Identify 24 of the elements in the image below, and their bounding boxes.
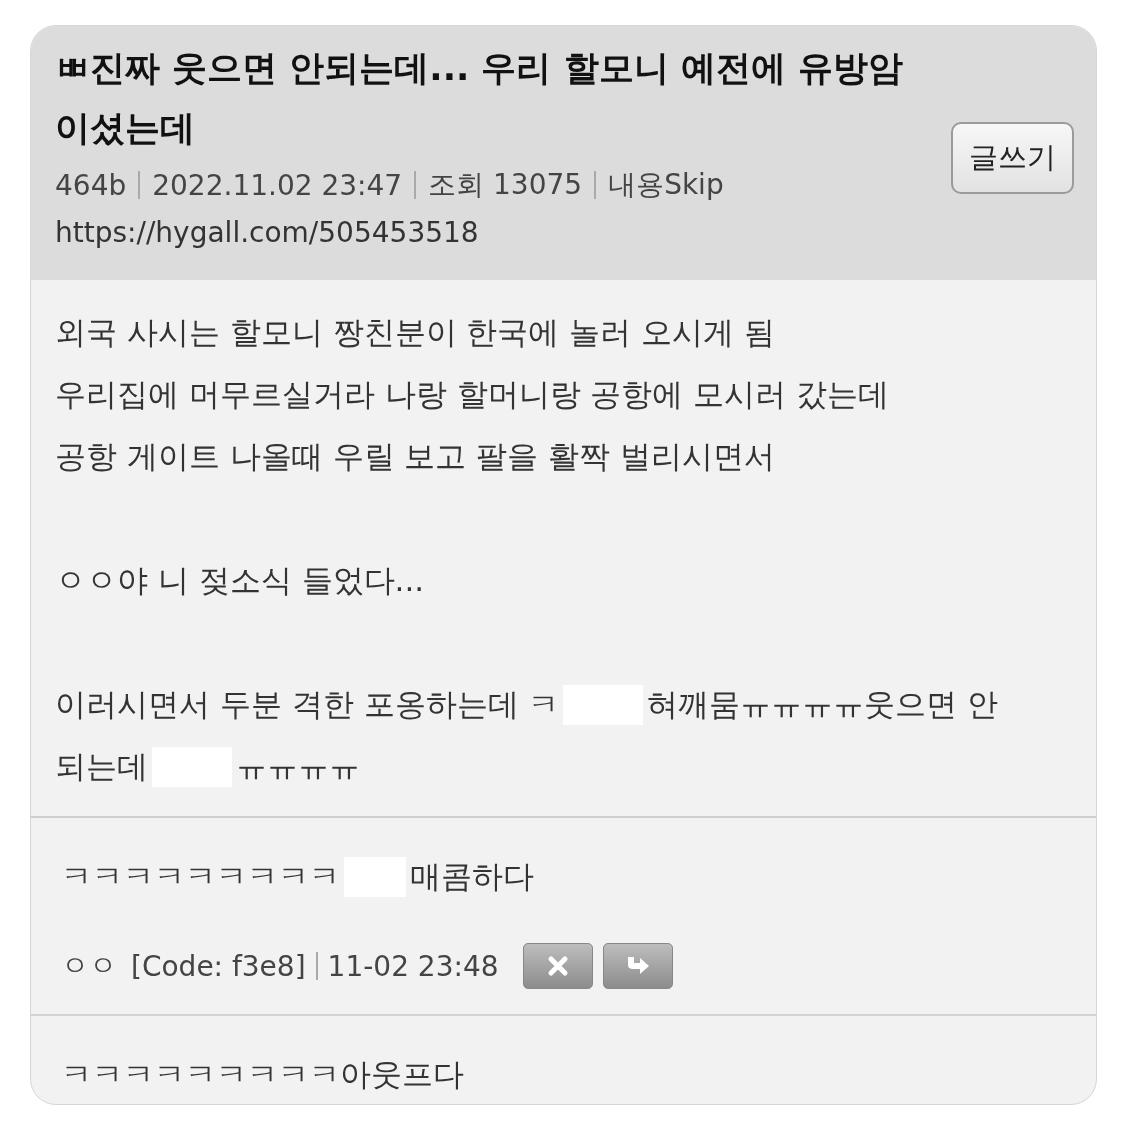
comment-code: [Code: f3e8] [131, 949, 306, 983]
post-title: ㅃ진짜 웃으면 안되는데... 우리 할모니 예전에 유방암 [55, 47, 903, 90]
post-title: 이셨는데 [55, 107, 196, 150]
comment-author: ㅇㅇ [61, 948, 117, 984]
comment-text: ㅋㅋㅋㅋㅋㅋㅋㅋㅋ [61, 857, 340, 896]
post-meta: 464b [55, 168, 127, 202]
body-text: 외국 사시는 할모니 짱친분이 한국에 놀러 오시게 됨 [55, 313, 775, 352]
body-text: ㅠㅠㅠㅠ [236, 747, 360, 786]
post-link[interactable]: https://hygall.com/505453518 [55, 210, 1074, 256]
body-text: 혀깨뭄ㅠㅠㅠㅠ웃으면 안 [647, 685, 999, 724]
body-text: 공항 게이트 나올때 우릴 보고 팔을 활짝 벌리시면서 [55, 437, 775, 476]
body-text: 우리집에 머무르실거라 나랑 할머니랑 공항에 모시러 갔는데 [55, 375, 890, 414]
post-meta: 2022.11.02 23:47 [152, 168, 403, 202]
delete-button[interactable] [522, 943, 593, 989]
post-meta: 내용Skip [608, 167, 724, 203]
body-text: 이러시면서 두분 격한 포옹하는데 ㅋ [55, 685, 560, 724]
post-meta: 조회 13075 [428, 167, 583, 203]
comment-text: ㅋㅋㅋㅋㅋㅋㅋㅋㅋ아웃프다 [61, 1055, 464, 1094]
comment-time: 11-02 23:48 [327, 949, 499, 983]
reply-button[interactable] [602, 943, 673, 989]
body-text: ㅇㅇ야 니 젖소식 들었다... [55, 561, 425, 600]
write-button[interactable]: 글쓰기 [951, 122, 1074, 194]
body-text: 되는데 [55, 747, 148, 786]
comment-text: 매콤하다 [410, 857, 534, 896]
